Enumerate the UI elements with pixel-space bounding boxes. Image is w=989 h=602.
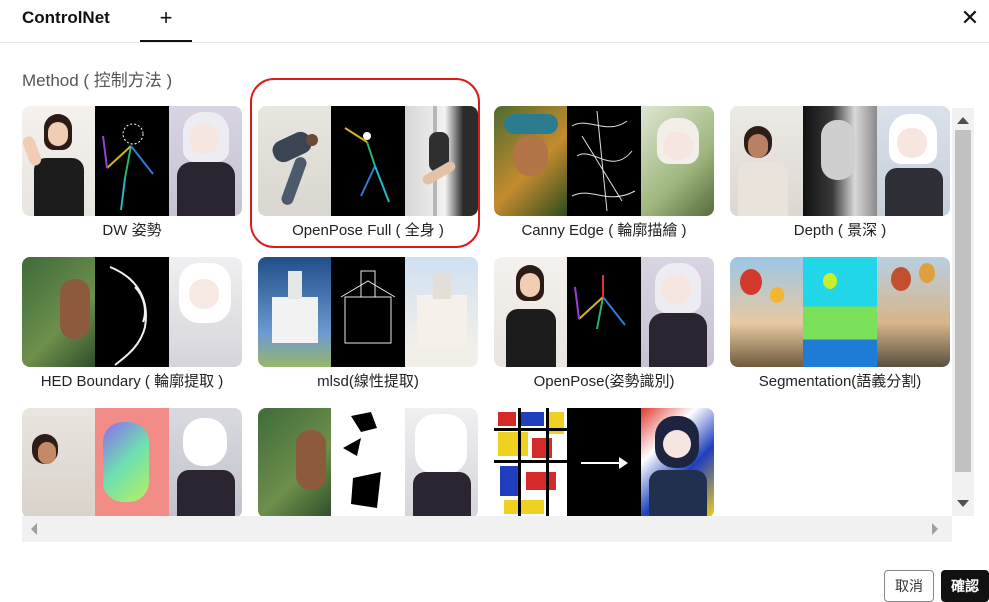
- tab-controlnet[interactable]: ControlNet: [22, 8, 110, 28]
- scroll-up-icon[interactable]: [957, 117, 969, 124]
- dialog-header: ControlNet + ✕: [0, 0, 989, 43]
- method-thumbnail: [258, 408, 478, 518]
- method-label: Segmentation(語義分割): [758, 373, 922, 390]
- method-card-shuffle[interactable]: [494, 408, 714, 521]
- method-label: DW 姿勢: [102, 222, 162, 239]
- method-card-hed-boundary[interactable]: HED Boundary ( 輪廓提取 ): [22, 257, 242, 391]
- close-icon[interactable]: ✕: [958, 6, 982, 30]
- method-section-label: Method ( 控制方法 ): [22, 71, 173, 90]
- horizontal-scrollbar[interactable]: [22, 516, 952, 542]
- highlight-annotation: [250, 78, 480, 248]
- method-card-openpose[interactable]: OpenPose(姿勢識別): [494, 257, 714, 391]
- method-thumbnail: [22, 257, 242, 367]
- scroll-right-icon[interactable]: [932, 523, 938, 535]
- method-thumbnail: [22, 408, 242, 518]
- add-tab-button[interactable]: +: [140, 0, 192, 42]
- method-label: Depth ( 景深 ): [793, 222, 887, 239]
- method-label: Canny Edge ( 輪廓描繪 ): [521, 222, 687, 239]
- method-thumbnail: [494, 257, 714, 367]
- scroll-down-icon[interactable]: [957, 500, 969, 507]
- method-thumbnail: [730, 257, 950, 367]
- method-card-scribble[interactable]: [258, 408, 478, 521]
- method-grid: DW 姿勢 OpenPose Full (全身) Canny Edge (…: [22, 106, 974, 542]
- scroll-left-icon[interactable]: [31, 523, 37, 535]
- method-card-mlsd[interactable]: mlsd(線性提取): [258, 257, 478, 391]
- method-thumbnail: [22, 106, 242, 216]
- method-label: OpenPose(姿勢識別): [533, 373, 675, 390]
- method-thumbnail: [730, 106, 950, 216]
- method-thumbnail: [494, 408, 714, 518]
- method-thumbnail: [258, 257, 478, 367]
- vertical-scrollbar[interactable]: [952, 108, 974, 516]
- scroll-thumb[interactable]: [955, 130, 971, 472]
- method-card-segmentation[interactable]: Segmentation(語義分割): [730, 257, 950, 391]
- confirm-button[interactable]: 確認: [941, 570, 989, 602]
- method-card-depth[interactable]: Depth ( 景深 ): [730, 106, 950, 240]
- method-label: mlsd(線性提取): [317, 373, 419, 390]
- method-label: HED Boundary ( 輪廓提取 ): [40, 373, 224, 390]
- method-card-normal-map[interactable]: [22, 408, 242, 521]
- cancel-button[interactable]: 取消: [884, 570, 934, 602]
- method-card-dw-pose[interactable]: DW 姿勢: [22, 106, 242, 240]
- method-card-canny-edge[interactable]: Canny Edge ( 輪廓描繪 ): [494, 106, 714, 240]
- method-thumbnail: [494, 106, 714, 216]
